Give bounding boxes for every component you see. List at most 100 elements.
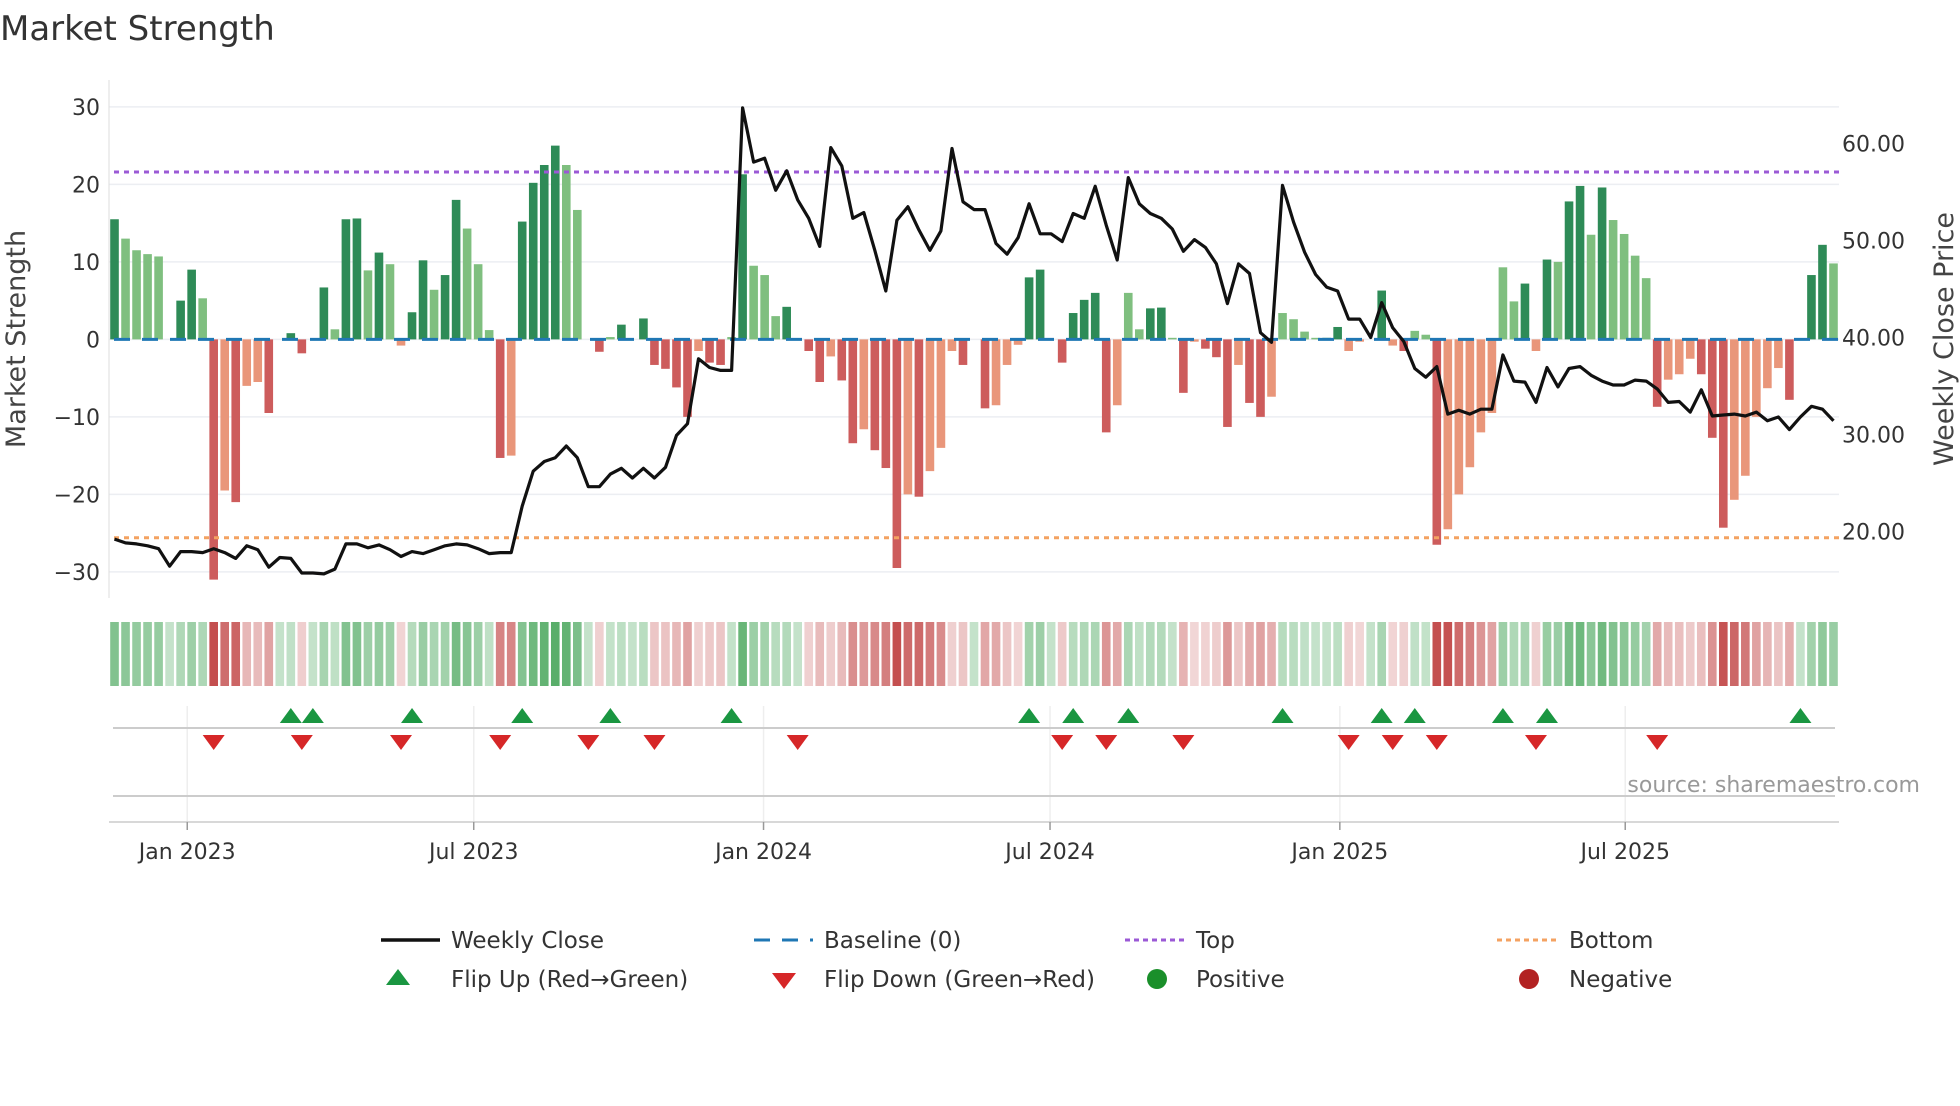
strip-cell — [1278, 622, 1287, 686]
strip-cell — [539, 622, 549, 686]
y-tick-label: 30 — [72, 96, 100, 121]
strength-bar — [826, 339, 836, 357]
strip-cell — [1707, 622, 1717, 686]
strength-bar — [1179, 339, 1188, 393]
strip-cell — [1531, 622, 1541, 686]
strip-cell — [1487, 622, 1497, 686]
strength-bar — [749, 265, 758, 340]
strength-bar — [176, 300, 185, 340]
strip-cell — [1190, 622, 1199, 686]
flip-up-marker — [279, 708, 302, 723]
strip-cell — [1509, 622, 1519, 686]
strip-cell — [1333, 622, 1342, 686]
legend-negative: Negative — [1569, 967, 1672, 993]
strip-cell — [1377, 622, 1387, 686]
strip-cell — [1763, 622, 1772, 686]
strip-cell — [1289, 622, 1298, 686]
y-axis-label: Market Strength — [1, 230, 32, 448]
strip-cell — [1641, 622, 1651, 686]
strip-cell — [1829, 622, 1838, 686]
strip-cell — [1057, 622, 1067, 686]
strength-bar — [1057, 339, 1067, 363]
flip-up-marker — [1789, 708, 1812, 723]
strip-cell — [606, 622, 615, 686]
strip-cell — [1443, 622, 1453, 686]
strength-bar — [1212, 339, 1221, 358]
flip-down-marker — [786, 735, 809, 750]
strip-cell — [242, 622, 252, 686]
strip-cell — [969, 622, 979, 686]
strength-bar — [1818, 244, 1827, 340]
strip-cell — [1498, 622, 1508, 686]
strength-bar — [264, 339, 274, 413]
strip-cell — [341, 622, 351, 686]
strip-cell — [528, 622, 538, 686]
strip-cell — [815, 622, 825, 686]
y2-tick-label: 30.00 — [1842, 423, 1905, 448]
strip-cell — [198, 622, 207, 686]
strip-cell — [1311, 622, 1320, 686]
strength-bar — [1674, 339, 1684, 375]
strength-bar — [1278, 313, 1287, 340]
strength-bar — [1641, 278, 1651, 340]
strip-cell — [738, 622, 747, 686]
flip-down-marker — [1172, 735, 1195, 750]
strength-bar — [1344, 339, 1353, 351]
strip-cell — [870, 622, 880, 686]
strip-cell — [286, 622, 296, 686]
flip-down-marker — [577, 735, 600, 750]
flip-down-marker — [202, 735, 225, 750]
flip-up-marker — [1535, 708, 1558, 723]
strength-bar — [947, 339, 957, 351]
strip-cell — [760, 622, 769, 686]
strength-bar — [341, 219, 351, 340]
y2-tick-label: 20.00 — [1842, 520, 1905, 545]
strip-cell — [1079, 622, 1089, 686]
strength-bar — [716, 339, 725, 365]
strength-bar — [1718, 339, 1728, 528]
strength-bar — [1024, 277, 1034, 340]
strip-cell — [661, 622, 670, 686]
strip-cell — [1410, 622, 1420, 686]
flip-up-marker — [1018, 708, 1041, 723]
strength-bar — [617, 324, 626, 340]
strength-bar — [385, 264, 395, 340]
x-axis-ticks: Jan 2023 Jul 2023 Jan 2024 Jul 2024 Jan 2025… — [137, 822, 1670, 865]
strip-cell — [881, 622, 891, 686]
strength-bar — [1112, 339, 1122, 406]
strength-bar — [1090, 292, 1100, 340]
strip-cell — [429, 622, 439, 686]
strength-bar — [1663, 339, 1673, 380]
strength-bar — [1035, 269, 1045, 340]
strip-cell — [1432, 622, 1442, 686]
strip-cell — [385, 622, 395, 686]
strength-bar — [573, 209, 582, 340]
strip-cell — [1112, 622, 1122, 686]
strip-cell — [1818, 622, 1827, 686]
strength-bar — [561, 165, 571, 340]
strip-cell — [1300, 622, 1309, 686]
strip-cell — [1024, 622, 1034, 686]
y-tick-label: −30 — [54, 561, 100, 586]
strip-cell — [1013, 622, 1023, 686]
y-tick-label: 0 — [86, 328, 100, 353]
strength-bar — [1741, 339, 1750, 476]
strength-bar — [903, 339, 913, 495]
strength-bar — [220, 339, 230, 491]
strength-bar — [209, 339, 218, 580]
strength-bar — [848, 339, 858, 444]
strip-cell — [947, 622, 957, 686]
strength-bar — [958, 339, 968, 365]
strength-bar — [407, 312, 417, 340]
flip-up-icon — [386, 969, 410, 985]
strip-cell — [209, 622, 218, 686]
flip-down-marker — [643, 735, 666, 750]
strip-cell — [1245, 622, 1254, 686]
strip-cell — [1741, 622, 1750, 686]
strip-cell — [1157, 622, 1166, 686]
strip-cell — [330, 622, 340, 686]
strength-bar — [914, 339, 924, 497]
strip-cell — [1388, 622, 1398, 686]
strength-bar — [1763, 339, 1772, 389]
flip-down-marker — [1425, 735, 1448, 750]
